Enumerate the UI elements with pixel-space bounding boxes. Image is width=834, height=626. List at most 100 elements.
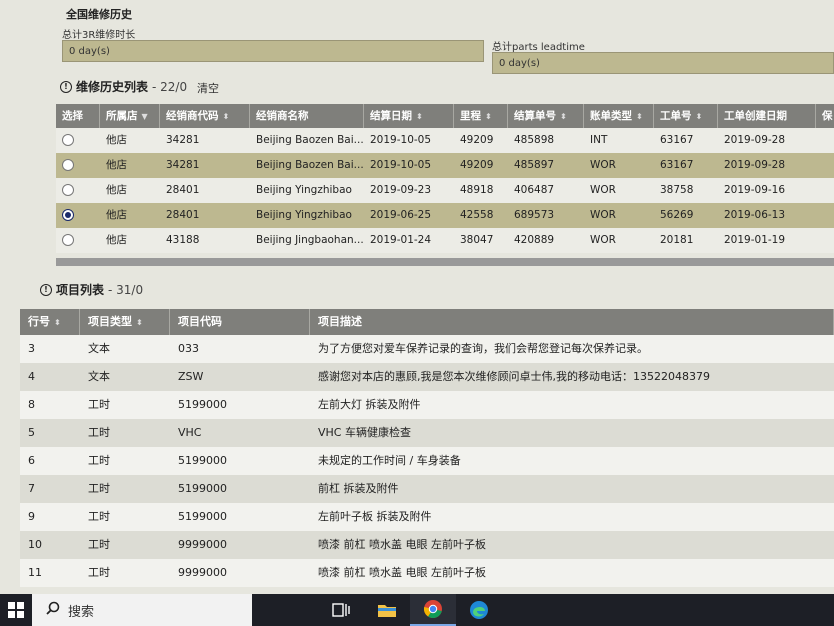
- item-line: 6: [28, 454, 35, 467]
- item-type: 工时: [88, 510, 110, 523]
- sort-icon: ⬍: [636, 112, 643, 121]
- chrome-icon[interactable]: [410, 594, 456, 626]
- history-table-header: 选择 所属店 ▼ 经销商代码 ⬍ 经销商名称 结算日期 ⬍ 里程 ⬍ 结算单号 ⬍ 账单类…: [56, 104, 834, 128]
- row-select[interactable]: [56, 178, 100, 203]
- col-item-type[interactable]: 项目类型 ⬍: [80, 309, 170, 335]
- radio-unselected[interactable]: [62, 184, 74, 196]
- summary-3r-field: 0 day(s): [62, 40, 484, 62]
- row-bill-type: WOR: [590, 159, 616, 171]
- history-row[interactable]: 他店 43188 Beijing Jingbaohan... 2019-01-24 38…: [56, 228, 834, 253]
- row-store: 他店: [106, 234, 127, 246]
- radio-unselected[interactable]: [62, 159, 74, 171]
- table-row[interactable]: 9 工时 5199000 左前叶子板 拆装及附件: [20, 503, 834, 531]
- row-store: 他店: [106, 134, 127, 146]
- item-line: 5: [28, 426, 35, 439]
- history-heading: ! 维修历史列表 - 22/0: [60, 78, 187, 95]
- radio-selected[interactable]: [62, 209, 74, 221]
- row-order-no: 56269: [660, 209, 694, 221]
- row-order-date: 2019-09-16: [724, 184, 786, 196]
- row-store: 他店: [106, 184, 127, 196]
- table-row[interactable]: 7 工时 5199000 前杠 拆装及附件: [20, 475, 834, 503]
- row-select[interactable]: [56, 203, 100, 228]
- item-line: 10: [28, 538, 42, 551]
- row-select[interactable]: [56, 128, 100, 153]
- item-type: 工时: [88, 398, 110, 411]
- table-row[interactable]: 4 文本 ZSW 感谢您对本店的惠顾,我是您本次维修顾问卓士伟,我的移动电话：1352…: [20, 363, 834, 391]
- row-settle-no: 485898: [514, 134, 555, 146]
- row-order-date: 2019-09-28: [724, 134, 786, 146]
- history-count: - 22/0: [152, 79, 188, 94]
- item-type: 文本: [88, 370, 110, 383]
- history-row[interactable]: 他店 28401 Beijing Yingzhibao 2019-09-23 48918…: [56, 178, 834, 203]
- table-row[interactable]: 3 文本 033 为了方便您对爱车保养记录的查询，我们会帮您登记每次保养记录。: [20, 335, 834, 363]
- summary-3r-label: 总计3R维修时长: [62, 30, 136, 41]
- row-mileage: 38047: [460, 234, 494, 246]
- item-code: VHC: [178, 426, 202, 439]
- history-heading-label: 维修历史列表: [76, 80, 149, 94]
- item-desc: 喷漆 前杠 喷水盖 电眼 左前叶子板: [318, 566, 486, 579]
- col-settle-date[interactable]: 结算日期 ⬍: [364, 104, 454, 128]
- item-desc: 感谢您对本店的惠顾,我是您本次维修顾问卓士伟,我的移动电话：1352204837…: [318, 370, 710, 383]
- row-dealer-code: 28401: [166, 209, 200, 221]
- taskbar-search-box[interactable]: 搜索: [32, 594, 252, 626]
- col-order-date[interactable]: 工单创建日期: [718, 104, 816, 128]
- item-type: 文本: [88, 342, 110, 355]
- row-order-date: 2019-01-19: [724, 234, 786, 246]
- col-item-desc[interactable]: 项目描述: [310, 309, 834, 335]
- history-row[interactable]: 他店 34281 Beijing Baozen Bai... 2019-10-05 49…: [56, 128, 834, 153]
- table-row[interactable]: 11 工时 9999000 喷漆 前杠 喷水盖 电眼 左前叶子板: [20, 559, 834, 587]
- row-settle-date: 2019-06-25: [370, 209, 432, 221]
- row-order-no: 38758: [660, 184, 694, 196]
- row-order-no: 63167: [660, 134, 694, 146]
- row-mileage: 49209: [460, 134, 494, 146]
- history-row[interactable]: 他店 34281 Beijing Baozen Bai... 2019-10-05 49…: [56, 153, 834, 178]
- col-item-code[interactable]: 项目代码: [170, 309, 310, 335]
- file-explorer-icon[interactable]: [364, 594, 410, 626]
- chevron-down-icon: ▼: [141, 112, 148, 121]
- col-dealer-code[interactable]: 经销商代码 ⬍: [160, 104, 250, 128]
- edge-icon[interactable]: [456, 594, 502, 626]
- table-row[interactable]: 10 工时 9999000 喷漆 前杠 喷水盖 电眼 左前叶子板: [20, 531, 834, 559]
- items-table-header: 行号 ⬍ 项目类型 ⬍ 项目代码 项目描述: [20, 309, 834, 335]
- row-bill-type: WOR: [590, 209, 616, 221]
- item-type: 工时: [88, 482, 110, 495]
- horizontal-scrollbar[interactable]: [56, 258, 834, 266]
- radio-unselected[interactable]: [62, 134, 74, 146]
- clear-button[interactable]: 清空: [197, 80, 219, 96]
- radio-unselected[interactable]: [62, 234, 74, 246]
- page-title: 全国维修历史: [66, 8, 132, 21]
- search-placeholder: 搜索: [68, 604, 95, 620]
- table-row[interactable]: 8 工时 5199000 左前大灯 拆装及附件: [20, 391, 834, 419]
- table-row[interactable]: 6 工时 5199000 未规定的工作时间 / 车身装备: [20, 447, 834, 475]
- windows-start-icon[interactable]: [0, 594, 32, 626]
- item-code: 5199000: [178, 454, 227, 467]
- col-settle-no[interactable]: 结算单号 ⬍: [508, 104, 584, 128]
- item-desc: 左前大灯 拆装及附件: [318, 398, 421, 411]
- row-mileage: 48918: [460, 184, 494, 196]
- col-more[interactable]: 保: [816, 104, 834, 128]
- row-settle-no: 689573: [514, 209, 555, 221]
- row-select[interactable]: [56, 153, 100, 178]
- item-line: 11: [28, 566, 42, 579]
- row-dealer-code: 34281: [166, 159, 200, 171]
- item-code: ZSW: [178, 370, 204, 383]
- col-order-no[interactable]: 工单号 ⬍: [654, 104, 718, 128]
- history-row[interactable]: 他店 28401 Beijing Yingzhibao 2019-06-25 42558…: [56, 203, 834, 228]
- row-order-date: 2019-09-28: [724, 159, 786, 171]
- col-bill-type[interactable]: 账单类型 ⬍: [584, 104, 654, 128]
- row-mileage: 49209: [460, 159, 494, 171]
- sort-icon: ⬍: [416, 112, 423, 121]
- col-dealer-name[interactable]: 经销商名称: [250, 104, 364, 128]
- item-line: 7: [28, 482, 35, 495]
- task-view-icon[interactable]: [318, 594, 364, 626]
- col-mileage[interactable]: 里程 ⬍: [454, 104, 508, 128]
- col-select[interactable]: 选择: [56, 104, 100, 128]
- row-settle-no: 420889: [514, 234, 555, 246]
- col-store[interactable]: 所属店 ▼: [100, 104, 160, 128]
- sort-icon: ⬍: [485, 112, 492, 121]
- col-line[interactable]: 行号 ⬍: [20, 309, 80, 335]
- item-desc: 未规定的工作时间 / 车身装备: [318, 454, 461, 467]
- row-select[interactable]: [56, 228, 100, 253]
- item-desc: 喷漆 前杠 喷水盖 电眼 左前叶子板: [318, 538, 486, 551]
- table-row[interactable]: 5 工时 VHC VHC 车辆健康检查: [20, 419, 834, 447]
